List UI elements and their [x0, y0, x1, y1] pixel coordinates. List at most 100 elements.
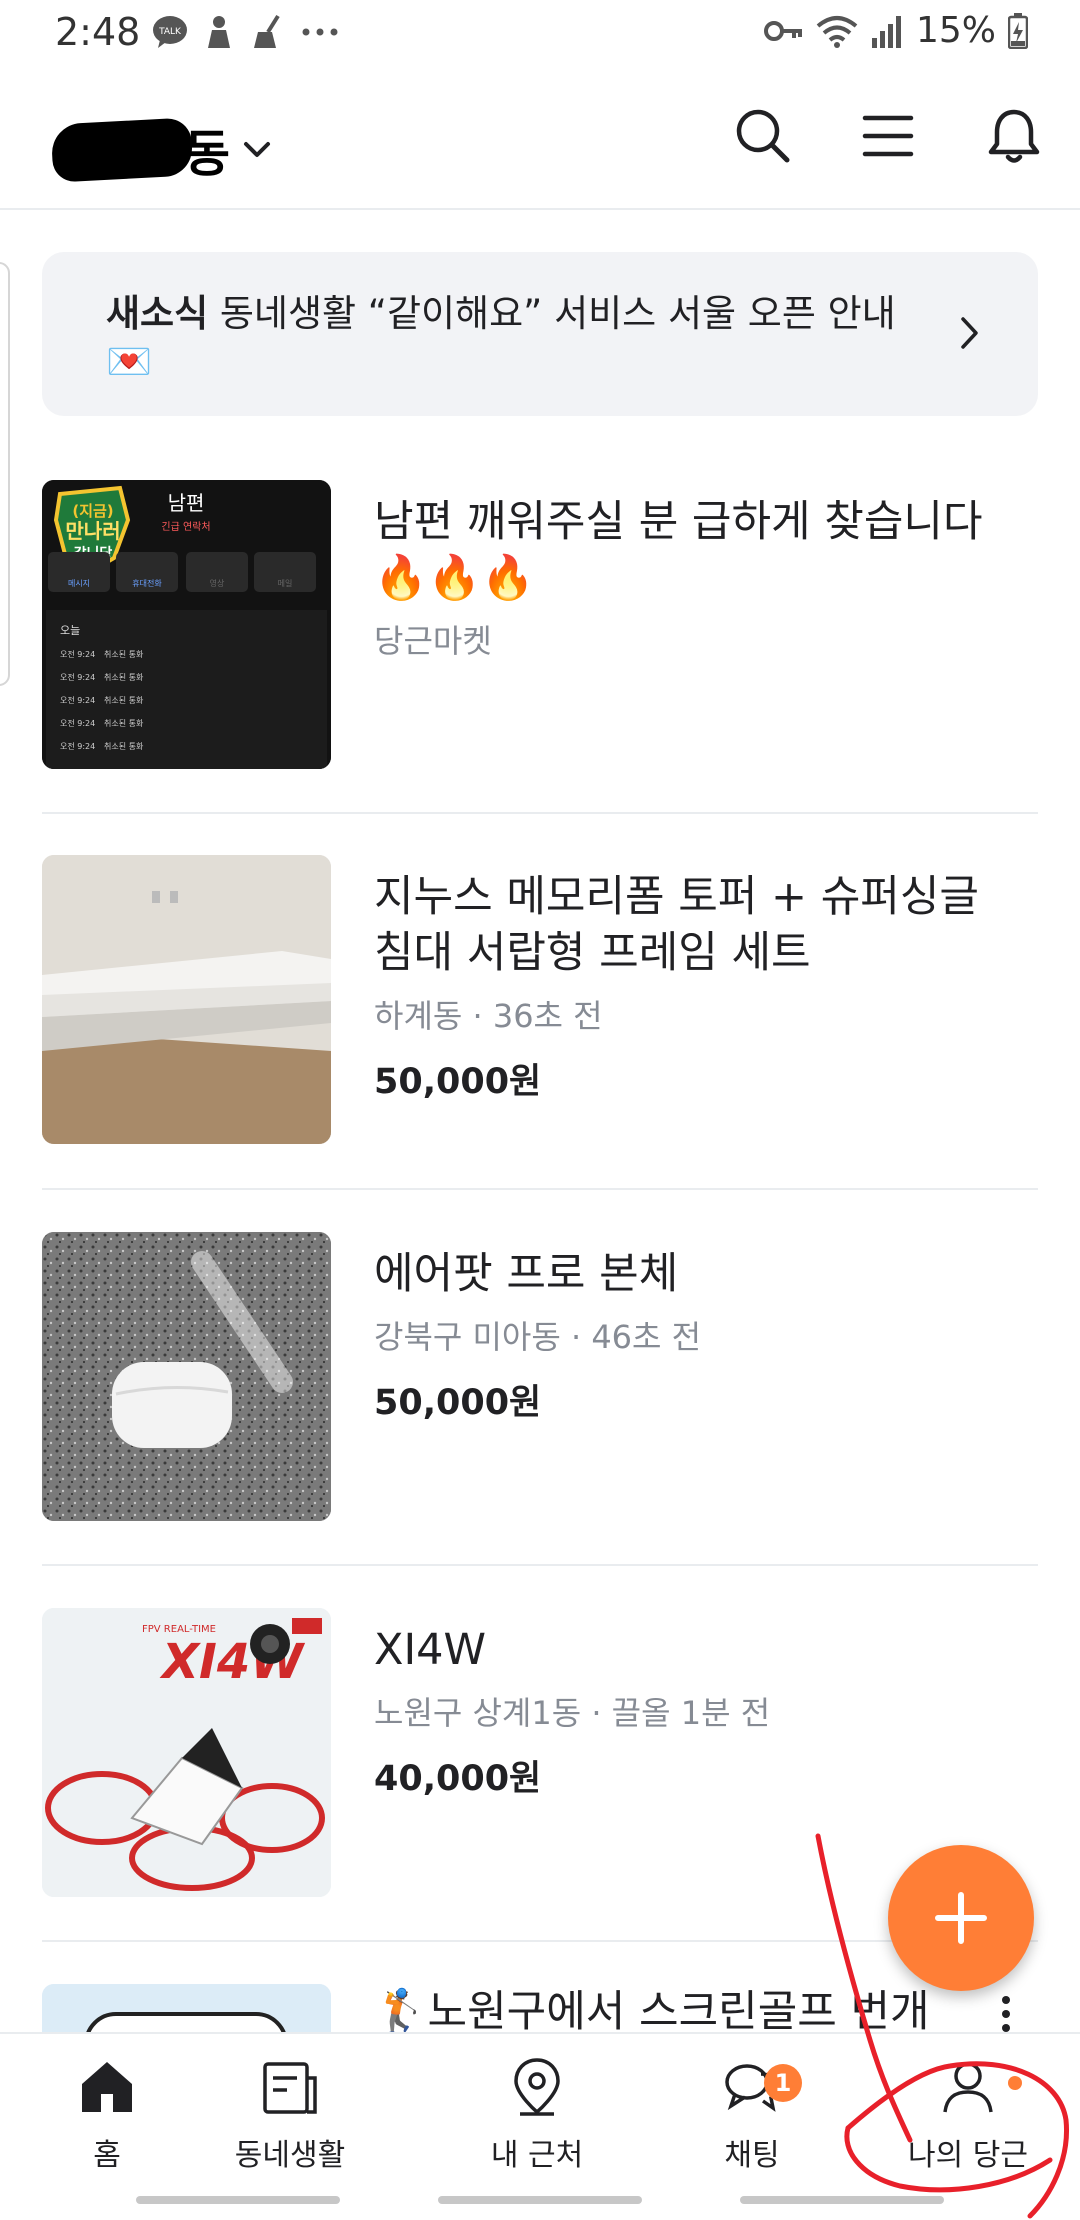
app-header: 동 [0, 66, 1080, 210]
nav-label: 동네생활 [234, 2138, 346, 2173]
item-thumbnail: (지금) 만나러 갑니당 남편 긴급 연락처 메시지 휴대전화 영상 메일 오늘… [42, 480, 331, 769]
thumb-btn-phone: 휴대전화 [132, 578, 162, 588]
more-notifications-icon [302, 28, 338, 36]
list-item[interactable]: (지금) 만나러 갑니당 남편 긴급 연락처 메시지 휴대전화 영상 메일 오늘… [42, 480, 1038, 770]
item-info: 지누스 메모리폼 토퍼 + 슈퍼싱글 침대 서랍형 프레임 세트 하계동 · 3… [374, 869, 1014, 1104]
divider [42, 1564, 1038, 1566]
item-title: 지누스 메모리폼 토퍼 + 슈퍼싱글 침대 서랍형 프레임 세트 [374, 872, 979, 978]
divider [42, 1940, 1038, 1942]
battery-percent: 15% [915, 10, 996, 51]
divider [42, 812, 1038, 814]
list-item[interactable]: XI4W FPV REAL-TIME XI4W 노원구 상계1동 · 끌올 1분… [42, 1608, 1038, 1898]
caller-name: 남편 [168, 491, 205, 515]
divider [42, 1188, 1038, 1190]
list-item[interactable]: 에어팟 프로 본체 강북구 미아동 · 46초 전 50,000원 [42, 1232, 1038, 1522]
notification-icons: TALK [152, 14, 340, 50]
chevron-right-icon [961, 317, 978, 349]
notice-body: 동네생활 “같이해요” 서비스 서울 오픈 안내 💌 [106, 292, 896, 383]
profile-icon [943, 2062, 993, 2113]
location-selector[interactable]: 동 [50, 114, 272, 186]
key-icon [763, 20, 802, 41]
status-time: 2:48 [55, 10, 141, 54]
gesture-bar [136, 2196, 340, 2204]
log-time: 오전 9:24 [60, 741, 95, 751]
item-meta: 강북구 미아동 · 46초 전 [374, 1318, 702, 1356]
community-icon [263, 2062, 317, 2114]
gesture-bar [740, 2196, 944, 2204]
item-title: XI4W [374, 1625, 487, 1675]
svg-text:TALK: TALK [158, 27, 182, 37]
notice-text: 새소식 동네생활 “같이해요” 서비스 서울 오픈 안내 💌 [106, 290, 906, 386]
nav-label: 내 근처 [490, 2138, 584, 2173]
badge-main: 만나러 [65, 519, 120, 543]
item-price: 50,000원 [374, 1062, 542, 1102]
item-title: 에어팟 프로 본체 [374, 1249, 679, 1299]
nav-chat[interactable]: 채팅 1 [652, 2056, 852, 2174]
broom-icon [254, 14, 280, 48]
notice-label: 새소식 [106, 292, 209, 335]
log-text: 취소된 통화 [104, 695, 144, 705]
drone-box-image: XI4W FPV REAL-TIME [42, 1608, 331, 1897]
item-title: 🏌️노원구에서 스크린골프 번개 [374, 1987, 930, 2034]
item-meta: 노원구 상계1동 · 끌올 1분 전 [374, 1694, 771, 1732]
notice-banner[interactable]: 새소식 동네생활 “같이해요” 서비스 서울 오픈 안내 💌 [42, 252, 1038, 416]
nav-label: 홈 [93, 2138, 121, 2173]
item-price: 40,000원 [374, 1759, 542, 1799]
search-icon[interactable] [733, 106, 793, 166]
item-meta: 하계동 · 36초 전 [374, 997, 603, 1035]
item-info: 남편 깨워주실 분 급하게 찾습니다🔥🔥🔥 당근마켓 [374, 494, 1014, 662]
nav-home[interactable]: 홈 [7, 2056, 207, 2174]
nav-label: 나의 당근 [908, 2138, 1028, 2173]
item-title: 남편 깨워주실 분 급하게 찾습니다🔥🔥🔥 [374, 497, 983, 603]
log-text: 취소된 통화 [104, 718, 144, 728]
edge-panel-handle[interactable] [0, 262, 10, 686]
item-meta: 당근마켓 [374, 622, 492, 660]
write-post-button[interactable] [888, 1845, 1034, 1991]
item-thumbnail [42, 855, 331, 1144]
log-day: 오늘 [60, 624, 80, 637]
item-price: 50,000원 [374, 1383, 542, 1423]
nav-nearby[interactable]: 내 근처 [437, 2056, 637, 2174]
thumb-btn-video: 영상 [210, 578, 225, 588]
golf-image [42, 1984, 331, 2034]
list-item[interactable]: 🏌️노원구에서 스크린골프 번개 [42, 1984, 1038, 2034]
log-time: 오전 9:24 [60, 649, 95, 659]
thumb-btn-mail: 메일 [278, 579, 293, 588]
more-options-icon[interactable] [998, 1994, 1014, 2034]
bed-image [42, 855, 331, 1144]
bell-icon[interactable] [984, 106, 1044, 166]
redacted-location [50, 117, 194, 183]
caller-sub: 긴급 연락처 [161, 521, 210, 533]
battery-charging-icon [1008, 12, 1028, 49]
wifi-icon [816, 15, 858, 48]
location-pin-icon [514, 2058, 560, 2116]
status-bar: 2:48 TALK 15% [0, 0, 1080, 66]
log-text: 취소된 통화 [104, 672, 144, 682]
gesture-bar [438, 2196, 642, 2204]
call-screenshot-image: (지금) 만나러 갑니당 남편 긴급 연락처 메시지 휴대전화 영상 메일 오늘… [42, 480, 331, 769]
bottom-navigation: 홈 동네생활 내 근처 채팅 1 나의 당근 [0, 2032, 1080, 2220]
home-icon [82, 2062, 132, 2112]
log-text: 취소된 통화 [104, 649, 144, 659]
nav-community[interactable]: 동네생활 [190, 2056, 390, 2174]
log-time: 오전 9:24 [60, 695, 95, 705]
airpods-case-image [42, 1232, 331, 1521]
log-text: 취소된 통화 [104, 741, 144, 751]
plus-icon [935, 1892, 987, 1944]
nav-my-carrot[interactable]: 나의 당근 [868, 2056, 1068, 2174]
badge-top: (지금) [72, 502, 113, 520]
signal-icon [871, 15, 901, 48]
box-sub: FPV REAL-TIME [142, 1624, 216, 1635]
item-thumbnail [42, 1232, 331, 1521]
item-info: 에어팟 프로 본체 강북구 미아동 · 46초 전 50,000원 [374, 1246, 1014, 1425]
log-time: 오전 9:24 [60, 718, 95, 728]
system-icons: 15% [763, 10, 1028, 51]
item-info: XI4W 노원구 상계1동 · 끌올 1분 전 40,000원 [374, 1622, 1014, 1801]
notification-dot [1008, 2076, 1022, 2090]
person-icon [208, 16, 230, 48]
list-item[interactable]: 지누스 메모리폼 토퍼 + 슈퍼싱글 침대 서랍형 프레임 세트 하계동 · 3… [42, 855, 1038, 1145]
talk-icon: TALK [153, 16, 187, 48]
chat-badge: 1 [764, 2064, 802, 2102]
menu-icon[interactable] [858, 106, 918, 166]
chevron-down-icon [244, 142, 270, 157]
